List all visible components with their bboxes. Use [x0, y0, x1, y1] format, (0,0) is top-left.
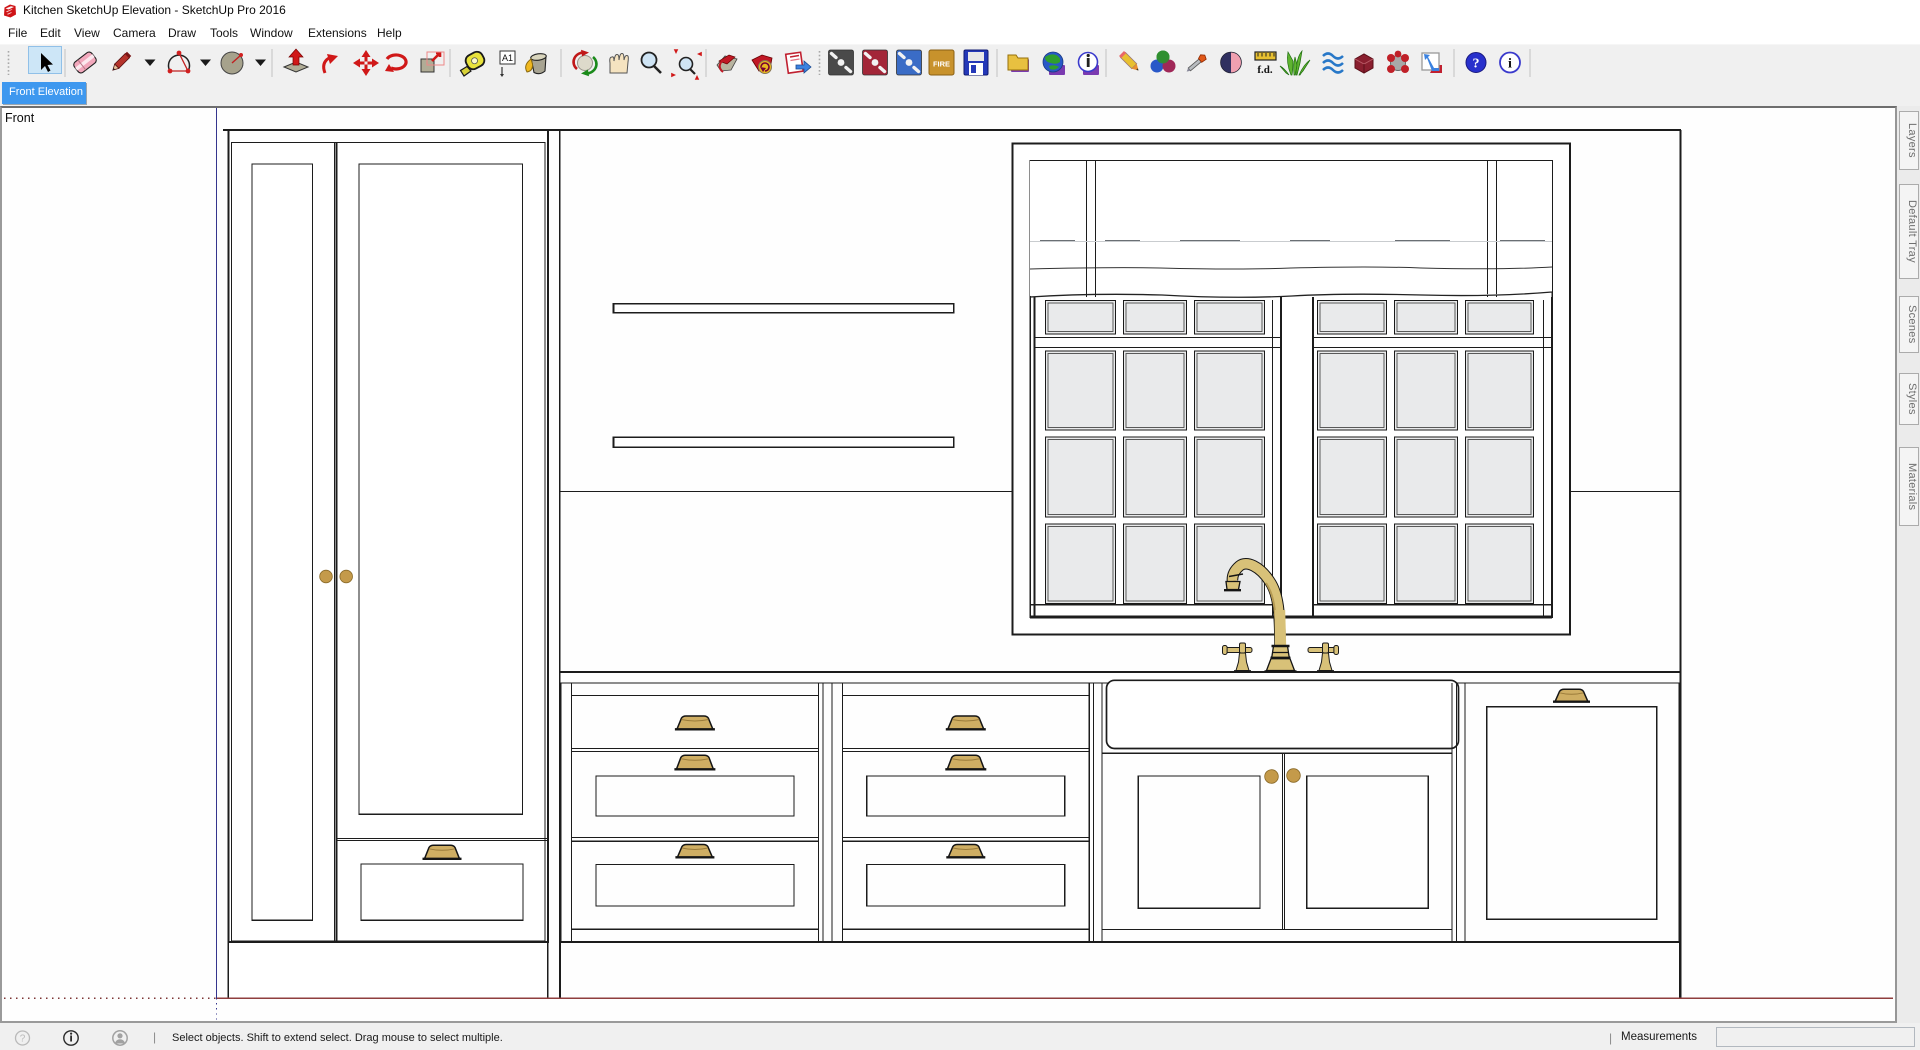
svg-text:FIRE: FIRE: [933, 60, 950, 69]
svg-text:?: ?: [1473, 57, 1480, 72]
svg-text:i: i: [1508, 57, 1512, 72]
svg-text:f.d.: f.d.: [1257, 64, 1273, 76]
svg-text:?: ?: [20, 1034, 26, 1045]
svg-text:A1: A1: [502, 53, 513, 63]
